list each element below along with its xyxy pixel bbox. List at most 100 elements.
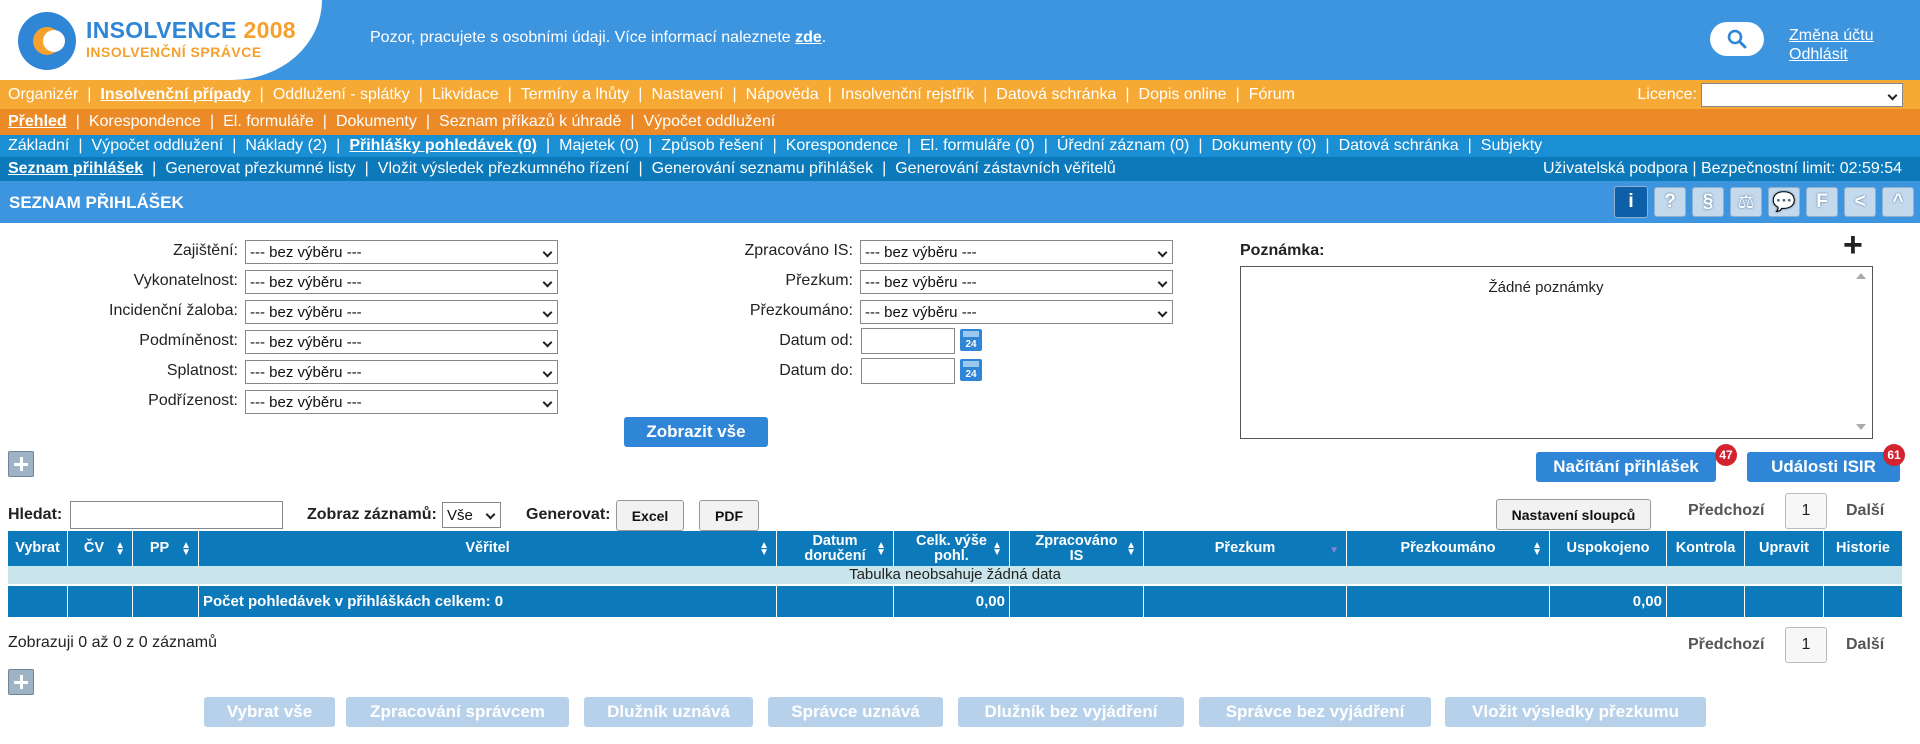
menu-insolvency-register[interactable]: Insolvenční rejstřík <box>841 86 974 104</box>
tab-payment-orders[interactable]: Seznam příkazů k úhradě <box>439 113 621 131</box>
generate-pledge-creditors-link[interactable]: Generování zástavních věřitelů <box>895 160 1116 178</box>
filter-enforceability-select[interactable]: --- bez výběru --- <box>245 270 558 294</box>
filter-maturity-select[interactable]: --- bez výběru --- <box>245 360 558 384</box>
collapse-icon[interactable]: ^ <box>1882 187 1914 217</box>
col-satisfied[interactable]: Uspokojeno <box>1550 531 1667 566</box>
menu-help[interactable]: Nápověda <box>746 86 819 104</box>
sub-debt-calc[interactable]: Výpočet oddlužení <box>92 137 224 155</box>
logo[interactable]: INSOLVENCE 2008 INSOLVENČNÍ SPRÁVCE <box>0 0 322 80</box>
logout-link[interactable]: Odhlásit <box>1789 45 1873 64</box>
licence-select[interactable] <box>1701 83 1903 107</box>
date-to-input[interactable] <box>861 358 955 384</box>
column-settings-button[interactable]: Nastavení sloupců <box>1496 499 1651 530</box>
search-button[interactable] <box>1710 22 1764 56</box>
menu-insolvency-cases[interactable]: Insolvenční případy <box>100 86 250 104</box>
menu-debt-relief[interactable]: Oddlužení - splátky <box>273 86 410 104</box>
calendar-icon[interactable]: 24 <box>960 329 982 351</box>
note-box[interactable]: Žádné poznámky <box>1240 266 1873 439</box>
debtor-no-statement-button[interactable]: Dlužník bez vyjádření <box>958 697 1184 727</box>
sub-costs[interactable]: Náklady (2) <box>245 137 327 155</box>
menu-data-box[interactable]: Datová schránka <box>996 86 1116 104</box>
scales-icon[interactable]: ⚖ <box>1730 187 1762 217</box>
tab-documents[interactable]: Dokumenty <box>336 113 417 131</box>
sub-basic[interactable]: Základní <box>8 137 69 155</box>
insert-review-result-link[interactable]: Vložit výsledek přezkumného řízení <box>378 160 630 178</box>
col-history[interactable]: Historie <box>1824 531 1902 566</box>
pager-current-page[interactable]: 1 <box>1785 493 1827 529</box>
date-from-input[interactable] <box>861 328 955 354</box>
expand-plus-icon[interactable] <box>8 669 34 695</box>
col-edit[interactable]: Upravit <box>1745 531 1824 566</box>
sub-resolution[interactable]: Způsob řešení <box>661 137 763 155</box>
debtor-acknowledges-button[interactable]: Dlužník uznává <box>584 697 753 727</box>
pager-current-page-bottom[interactable]: 1 <box>1785 627 1827 663</box>
excel-button[interactable]: Excel <box>616 500 684 531</box>
col-reviewed[interactable]: Přezkoumáno ▲ ▼ <box>1347 531 1550 566</box>
filter-processed-is-select[interactable]: --- bez výběru --- <box>860 240 1173 264</box>
isir-events-button[interactable]: Události ISIR <box>1747 452 1900 482</box>
col-processed-is[interactable]: Zpracováno IS ▲ ▼ <box>1010 531 1144 566</box>
col-cv[interactable]: ČV ▲ ▼ <box>68 531 133 566</box>
filter-incidental-select[interactable]: --- bez výběru --- <box>245 300 558 324</box>
menu-liquidation[interactable]: Likvidace <box>432 86 499 104</box>
pdf-button[interactable]: PDF <box>699 500 759 531</box>
col-select[interactable]: Vybrat <box>8 531 68 566</box>
select-all-button[interactable]: Vybrat vše <box>204 697 335 727</box>
sub-correspondence[interactable]: Korespondence <box>786 137 898 155</box>
sub-claims[interactable]: Přihlášky pohledávek (0) <box>349 137 537 155</box>
back-icon[interactable]: < <box>1844 187 1876 217</box>
scroll-down-icon[interactable] <box>1856 424 1866 430</box>
menu-forum[interactable]: Fórum <box>1249 86 1295 104</box>
col-check[interactable]: Kontrola <box>1667 531 1745 566</box>
comment-icon[interactable]: 💬 <box>1768 187 1800 217</box>
change-account-link[interactable]: Změna účtu <box>1789 26 1873 45</box>
add-note-icon[interactable]: + <box>1843 228 1863 262</box>
col-total-claim[interactable]: Celk. výše pohl. ▲ ▼ <box>894 531 1010 566</box>
tab-overview[interactable]: Přehled <box>8 113 67 131</box>
generate-claims-list-link[interactable]: Generování seznamu přihlášek <box>652 160 873 178</box>
pager-next-bottom[interactable]: Další <box>1846 636 1884 654</box>
generate-review-sheets-link[interactable]: Generovat přezkumné listy <box>165 160 355 178</box>
filter-review-select[interactable]: --- bez výběru --- <box>860 270 1173 294</box>
filter-subordination-select[interactable]: --- bez výběru --- <box>245 390 558 414</box>
menu-letter-online[interactable]: Dopis online <box>1139 86 1227 104</box>
trustee-acknowledges-button[interactable]: Správce uznává <box>768 697 943 727</box>
col-delivery-date[interactable]: Datum doručení ▲ ▼ <box>777 531 894 566</box>
menu-organizer[interactable]: Organizér <box>8 86 78 104</box>
filter-security-select[interactable]: --- bez výběru --- <box>245 240 558 264</box>
search-input[interactable] <box>70 501 283 529</box>
claims-list-link[interactable]: Seznam přihlášek <box>8 160 143 178</box>
show-all-button[interactable]: Zobrazit vše <box>624 417 768 447</box>
pager-prev-bottom[interactable]: Předchozí <box>1688 636 1764 654</box>
sub-official-record[interactable]: Úřední záznam (0) <box>1057 137 1190 155</box>
info-icon[interactable]: i <box>1614 186 1648 218</box>
sub-e-forms[interactable]: El. formuláře (0) <box>920 137 1035 155</box>
scroll-up-icon[interactable] <box>1856 273 1866 279</box>
sub-data-box[interactable]: Datová schránka <box>1339 137 1459 155</box>
form-icon[interactable]: F <box>1806 187 1838 217</box>
pager-prev[interactable]: Předchozí <box>1688 502 1764 520</box>
calendar-icon[interactable]: 24 <box>960 359 982 381</box>
privacy-link[interactable]: zde <box>795 29 822 46</box>
menu-deadlines[interactable]: Termíny a lhůty <box>521 86 629 104</box>
tab-correspondence[interactable]: Korespondence <box>89 113 201 131</box>
tab-debt-calc[interactable]: Výpočet oddlužení <box>644 113 776 131</box>
show-records-select[interactable]: Vše <box>442 502 501 528</box>
help-icon[interactable]: ? <box>1654 187 1686 217</box>
trustee-processing-button[interactable]: Zpracování správcem <box>346 697 569 727</box>
col-pp[interactable]: PP ▲ ▼ <box>133 531 199 566</box>
sub-subjects[interactable]: Subjekty <box>1481 137 1542 155</box>
sub-assets[interactable]: Majetek (0) <box>559 137 639 155</box>
load-claims-button[interactable]: Načítání přihlášek <box>1536 452 1716 482</box>
trustee-no-statement-button[interactable]: Správce bez vyjádření <box>1199 697 1431 727</box>
col-creditor[interactable]: Věřitel ▲ ▼ <box>199 531 777 566</box>
tab-e-forms[interactable]: El. formuláře <box>223 113 314 131</box>
insert-review-results-button[interactable]: Vložit výsledky přezkumu <box>1445 697 1706 727</box>
pager-next[interactable]: Další <box>1846 502 1884 520</box>
expand-plus-icon[interactable] <box>8 451 34 477</box>
paragraph-icon[interactable]: § <box>1692 187 1724 217</box>
filter-reviewed-select[interactable]: --- bez výběru --- <box>860 300 1173 324</box>
menu-settings[interactable]: Nastavení <box>651 86 723 104</box>
filter-conditionality-select[interactable]: --- bez výběru --- <box>245 330 558 354</box>
sub-documents[interactable]: Dokumenty (0) <box>1212 137 1317 155</box>
